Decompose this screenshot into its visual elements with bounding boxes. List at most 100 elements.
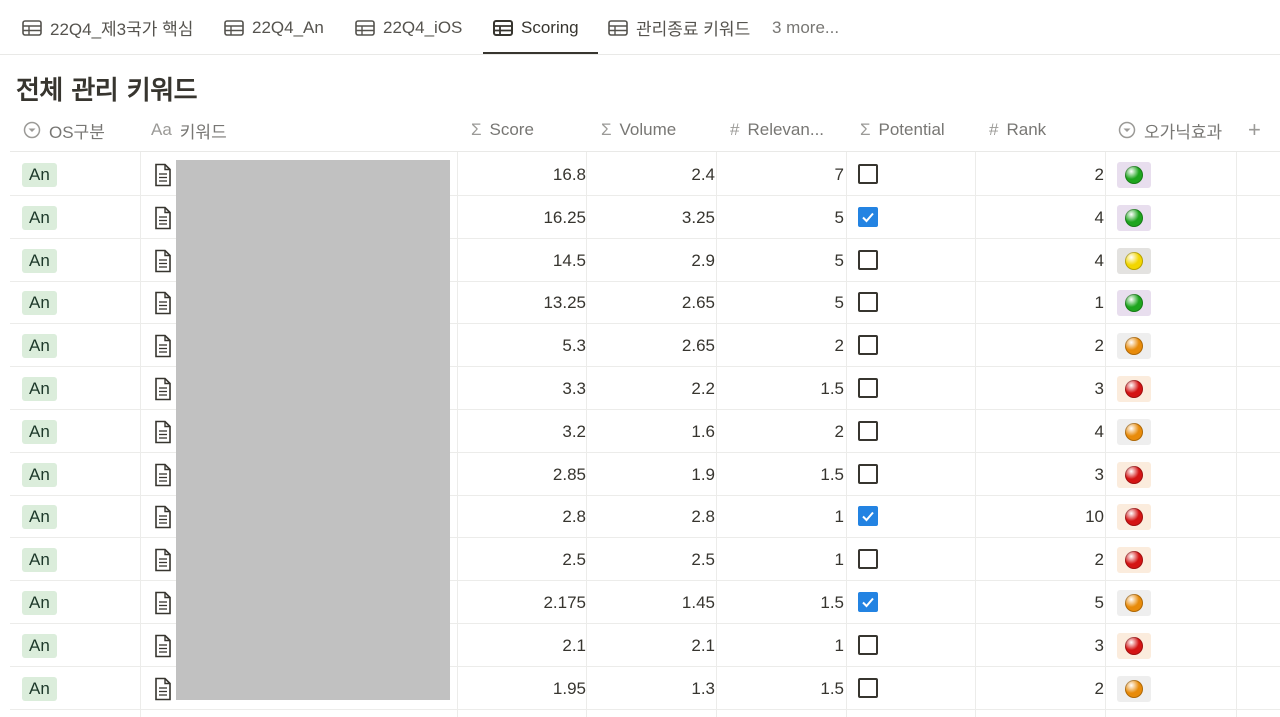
rank-cell[interactable]: 3 xyxy=(1095,453,1104,496)
rank-cell[interactable]: 2 xyxy=(1095,153,1104,196)
relevance-cell[interactable]: 1 xyxy=(835,624,844,667)
score-cell[interactable]: 2.8 xyxy=(562,495,586,538)
tab-scoring[interactable]: Scoring xyxy=(493,0,579,55)
relevance-cell[interactable]: 5 xyxy=(835,239,844,282)
column-header-volume[interactable]: Σ Volume xyxy=(601,109,676,151)
score-cell[interactable]: 16.8 xyxy=(553,153,586,196)
os-tag[interactable]: An xyxy=(22,334,57,359)
score-cell[interactable]: 14.5 xyxy=(553,239,586,282)
potential-checkbox[interactable] xyxy=(858,420,878,441)
relevance-cell[interactable]: 5 xyxy=(835,196,844,239)
page-icon[interactable] xyxy=(153,463,173,487)
rank-cell[interactable]: 4 xyxy=(1095,239,1104,282)
os-tag[interactable]: An xyxy=(22,291,57,316)
volume-cell[interactable]: 2.65 xyxy=(682,281,715,324)
volume-cell[interactable]: 2.8 xyxy=(691,495,715,538)
column-header-potential[interactable]: Σ Potential xyxy=(860,109,945,151)
score-cell[interactable]: 16.25 xyxy=(543,196,586,239)
os-tag[interactable]: An xyxy=(22,462,57,487)
more-tabs-button[interactable]: 3 more... xyxy=(772,0,839,55)
volume-cell[interactable]: 1.3 xyxy=(691,667,715,710)
potential-checkbox[interactable] xyxy=(858,249,878,270)
potential-checkbox[interactable] xyxy=(858,378,878,398)
score-cell[interactable]: 5.3 xyxy=(562,324,586,367)
tab-22q4-core[interactable]: 22Q4_제3국가 핵심 xyxy=(22,0,193,55)
relevance-cell[interactable]: 2 xyxy=(835,324,844,367)
potential-checkbox[interactable] xyxy=(858,549,878,570)
organic-effect-tag[interactable] xyxy=(1117,333,1151,360)
score-cell[interactable]: 13.25 xyxy=(543,281,586,324)
volume-cell[interactable]: 2.5 xyxy=(691,538,715,581)
volume-cell[interactable]: 1.6 xyxy=(691,410,715,453)
rank-cell[interactable]: 2 xyxy=(1095,538,1104,581)
tab-22q4-ios[interactable]: 22Q4_iOS xyxy=(355,0,462,55)
os-tag[interactable]: An xyxy=(22,377,57,401)
relevance-cell[interactable]: 1.5 xyxy=(820,667,844,710)
os-tag[interactable]: An xyxy=(22,419,57,444)
page-icon[interactable] xyxy=(153,420,173,444)
score-cell[interactable]: 2.5 xyxy=(562,538,586,581)
rank-cell[interactable]: 10 xyxy=(1085,495,1104,538)
potential-checkbox[interactable] xyxy=(858,292,878,313)
os-tag[interactable]: An xyxy=(22,505,57,530)
volume-cell[interactable]: 2.4 xyxy=(691,153,715,196)
score-cell[interactable]: 3.2 xyxy=(562,410,586,453)
column-header-os[interactable]: OS구분 xyxy=(23,109,105,151)
relevance-cell[interactable]: 5 xyxy=(835,281,844,324)
page-icon[interactable] xyxy=(153,206,173,230)
page-icon[interactable] xyxy=(153,548,173,572)
volume-cell[interactable]: 2.2 xyxy=(691,367,715,410)
relevance-cell[interactable]: 1.5 xyxy=(820,453,844,496)
volume-cell[interactable]: 1.45 xyxy=(682,581,715,624)
score-cell[interactable]: 3.3 xyxy=(562,367,586,410)
score-cell[interactable]: 1.95 xyxy=(553,667,586,710)
potential-checkbox[interactable] xyxy=(858,335,878,356)
rank-cell[interactable]: 1 xyxy=(1095,281,1104,324)
potential-checkbox[interactable] xyxy=(858,463,878,484)
relevance-cell[interactable]: 1.5 xyxy=(820,367,844,410)
column-header-score[interactable]: Σ Score xyxy=(471,109,534,151)
organic-effect-tag[interactable] xyxy=(1117,162,1151,188)
os-tag[interactable]: An xyxy=(22,591,57,615)
os-tag[interactable]: An xyxy=(22,248,57,273)
page-icon[interactable] xyxy=(153,377,173,401)
organic-effect-tag[interactable] xyxy=(1117,247,1151,274)
os-tag[interactable]: An xyxy=(22,548,57,573)
relevance-cell[interactable]: 2 xyxy=(835,410,844,453)
relevance-cell[interactable]: 1.5 xyxy=(820,581,844,624)
page-icon[interactable] xyxy=(153,634,173,658)
os-tag[interactable]: An xyxy=(22,205,57,230)
rank-cell[interactable]: 2 xyxy=(1095,324,1104,367)
rank-cell[interactable]: 4 xyxy=(1095,410,1104,453)
page-icon[interactable] xyxy=(153,163,173,187)
potential-checkbox[interactable] xyxy=(858,592,878,612)
tab-22q4-an[interactable]: 22Q4_An xyxy=(224,0,324,55)
volume-cell[interactable]: 2.1 xyxy=(691,624,715,667)
tab-ended-keywords[interactable]: 관리종료 키워드 xyxy=(608,0,750,55)
os-tag[interactable]: An xyxy=(22,163,57,187)
page-icon[interactable] xyxy=(153,334,173,358)
organic-effect-tag[interactable] xyxy=(1117,547,1151,574)
potential-checkbox[interactable] xyxy=(858,634,878,655)
rank-cell[interactable]: 5 xyxy=(1095,581,1104,624)
relevance-cell[interactable]: 7 xyxy=(835,153,844,196)
organic-effect-tag[interactable] xyxy=(1117,632,1151,659)
score-cell[interactable]: 2.175 xyxy=(543,581,586,624)
organic-effect-tag[interactable] xyxy=(1117,461,1151,488)
rank-cell[interactable]: 3 xyxy=(1095,367,1104,410)
page-icon[interactable] xyxy=(153,677,173,701)
organic-effect-tag[interactable] xyxy=(1117,675,1151,702)
organic-effect-tag[interactable] xyxy=(1117,376,1151,402)
volume-cell[interactable]: 3.25 xyxy=(682,196,715,239)
page-icon[interactable] xyxy=(153,591,173,615)
relevance-cell[interactable]: 1 xyxy=(835,538,844,581)
page-icon[interactable] xyxy=(153,291,173,315)
column-header-rank[interactable]: # Rank xyxy=(989,109,1046,151)
volume-cell[interactable]: 2.9 xyxy=(691,239,715,282)
potential-checkbox[interactable] xyxy=(858,677,878,698)
column-header-relevance[interactable]: # Relevan... xyxy=(730,109,824,151)
organic-effect-tag[interactable] xyxy=(1117,590,1151,616)
volume-cell[interactable]: 2.65 xyxy=(682,324,715,367)
organic-effect-tag[interactable] xyxy=(1117,418,1151,445)
column-header-keyword[interactable]: Aa 키워드 xyxy=(151,109,227,151)
